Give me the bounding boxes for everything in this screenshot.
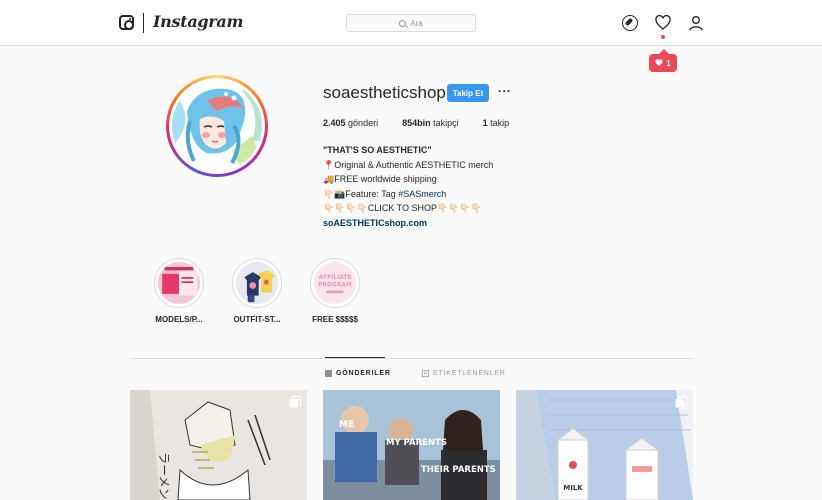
tagged-icon: [422, 370, 429, 377]
post-image: ラーメン: [130, 390, 307, 500]
tab-posts[interactable]: GÖNDERILER: [325, 370, 391, 377]
stat-value: 1: [482, 118, 488, 128]
bio-line: 📍Original & Authentic AESTHETIC merch: [323, 159, 494, 170]
post-label: MILK: [563, 484, 583, 492]
tabs-divider: [130, 358, 693, 359]
profile-icon[interactable]: [688, 15, 704, 31]
more-options-icon[interactable]: ···: [498, 84, 512, 98]
bio-line: 🚚FREE worldwide shipping: [323, 174, 437, 185]
highlight-cover: [158, 262, 200, 304]
stat-posts: 2.405 gönderi: [323, 118, 378, 128]
bio-hashtag-link[interactable]: #SASmerch: [398, 189, 446, 199]
highlight-cover: [236, 262, 278, 304]
highlight-item[interactable]: OUTFIT-ST...: [225, 258, 289, 324]
stat-label: takip: [490, 118, 510, 128]
tab-tagged[interactable]: ETİKETLENENLER: [422, 370, 506, 377]
highlight-item[interactable]: AFFILIATE PROGRAM FREE $$$$$: [303, 258, 367, 324]
profile-website-link[interactable]: soAESTHETICshop.com: [323, 216, 493, 231]
bio-title: "THAT'S SO AESTHETIC": [323, 145, 432, 155]
active-tab-indicator: [325, 357, 385, 358]
bio-line: 👇🏻👇🏻👇🏻👇🏻CLICK TO SHOP👇🏻👇🏻👇🏻👇🏻: [323, 203, 482, 214]
profile-username: soaestheticshop: [323, 83, 446, 102]
stat-value: 854bin: [402, 118, 431, 128]
search-input[interactable]: Ara: [346, 14, 476, 32]
post-tile[interactable]: ラーメン: [130, 390, 307, 500]
avatar-illustration: [172, 81, 262, 171]
heart-icon[interactable]: [655, 15, 671, 31]
svg-text:PROGRAM: PROGRAM: [318, 282, 352, 288]
post-image: MILK: [516, 390, 693, 500]
stat-value: 2.405: [323, 118, 346, 128]
multi-post-icon: [675, 396, 687, 408]
search-placeholder: Ara: [410, 18, 423, 28]
profile-avatar[interactable]: [166, 75, 268, 177]
logo-divider: [143, 13, 144, 33]
top-nav: Instagram Ara: [0, 0, 822, 46]
search-icon: [399, 19, 407, 27]
stat-label: gönderi: [348, 118, 379, 128]
profile-stats: 2.405 gönderi 854bin takipçi 1 takip: [323, 118, 509, 128]
post-tile[interactable]: ME MY PARENTS THEIR PARENTS: [323, 390, 500, 500]
post-caption: ラーメン: [157, 452, 171, 500]
svg-text:AFFILIATE: AFFILIATE: [319, 275, 352, 281]
compass-icon[interactable]: [622, 15, 638, 31]
highlight-cover: AFFILIATE PROGRAM: [314, 262, 356, 304]
instagram-glyph-icon[interactable]: [119, 15, 134, 30]
notification-count: 1: [666, 58, 671, 68]
meme-label: ME: [339, 420, 354, 430]
notification-bubble[interactable]: 1: [649, 49, 677, 72]
post-image: ME MY PARENTS THEIR PARENTS: [323, 390, 500, 500]
tab-label: GÖNDERILER: [336, 370, 391, 377]
instagram-wordmark[interactable]: Instagram: [153, 12, 243, 31]
highlight-label: FREE $$$$$: [312, 315, 358, 324]
follow-button[interactable]: Takip Et: [447, 84, 489, 102]
profile-bio: "THAT'S SO AESTHETIC" 📍Original & Authen…: [323, 143, 493, 231]
highlight-label: MODELS/P...: [155, 315, 203, 324]
notification-dot: [661, 35, 665, 39]
meme-label: MY PARENTS: [386, 438, 447, 448]
post-tile[interactable]: MILK: [516, 390, 693, 500]
multi-post-icon: [289, 396, 301, 408]
stat-followers[interactable]: 854bin takipçi: [402, 118, 459, 128]
stat-following[interactable]: 1 takip: [483, 118, 510, 128]
bio-line: 👇🏻📸Feature: Tag #SASmerch: [323, 188, 447, 199]
highlight-item[interactable]: MODELS/P...: [147, 258, 211, 324]
stat-label: takipçi: [433, 118, 459, 128]
heart-icon: [655, 59, 663, 66]
tab-label: ETİKETLENENLER: [433, 370, 506, 377]
meme-label: THEIR PARENTS: [421, 465, 496, 475]
highlight-label: OUTFIT-ST...: [233, 315, 281, 324]
grid-icon: [325, 370, 332, 377]
